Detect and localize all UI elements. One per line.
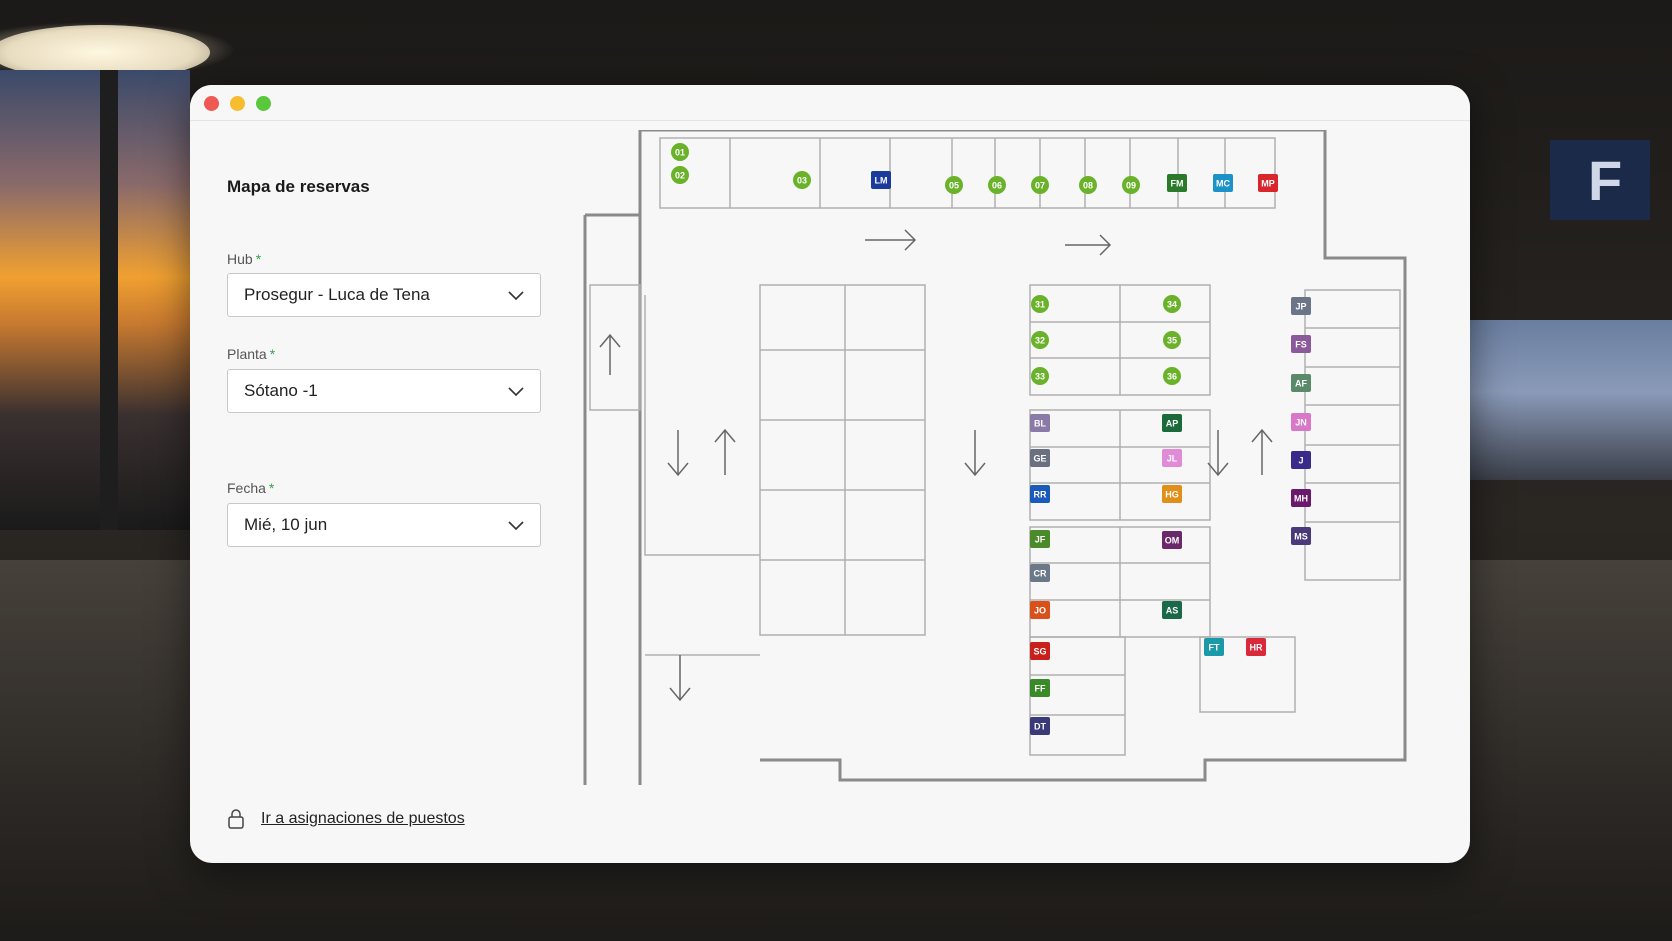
booked-desk-initials: OM xyxy=(1165,536,1180,546)
background-sign: F xyxy=(1550,140,1650,220)
planta-select[interactable]: Sótano -1 xyxy=(227,369,541,413)
available-desk-label: 07 xyxy=(1035,181,1045,191)
planta-label: Planta * xyxy=(227,346,276,362)
available-desk-label: 31 xyxy=(1035,300,1045,310)
lock-icon xyxy=(228,809,244,829)
minimize-window-button[interactable] xyxy=(230,96,245,111)
booked-desk-initials: JP xyxy=(1295,302,1306,312)
booked-desk-initials: AS xyxy=(1166,606,1179,616)
fecha-select[interactable]: Mié, 10 jun xyxy=(227,503,541,547)
sidebar: Mapa de reservas Hub * Prosegur - Luca de… xyxy=(190,121,560,863)
booked-desk-initials: FM xyxy=(1171,179,1184,189)
booked-desk-initials: AF xyxy=(1295,379,1307,389)
booked-desk-initials: MS xyxy=(1294,532,1308,542)
booked-desk-initials: AP xyxy=(1166,419,1179,429)
available-desk-label: 05 xyxy=(949,181,959,191)
booked-desk-initials: JN xyxy=(1295,418,1307,428)
booked-desk-initials: RR xyxy=(1034,490,1047,500)
floor-plan-walls xyxy=(583,128,1407,785)
available-desk-label: 02 xyxy=(675,171,685,181)
chevron-down-icon xyxy=(508,291,524,301)
booked-desk-initials: LM xyxy=(875,176,888,186)
desk-markers: 01 02 03 05 06 07 08 09 31 32 33 34 35 36 LM FM MC MP JP FS… xyxy=(671,143,1311,735)
available-desk-label: 33 xyxy=(1035,372,1045,382)
close-window-button[interactable] xyxy=(204,96,219,111)
booked-desk-initials: BL xyxy=(1034,419,1046,429)
background-window-city xyxy=(1470,320,1672,480)
floor-plan-map: 01 02 03 05 06 07 08 09 31 32 33 34 35 36 LM FM MC MP JP FS… xyxy=(570,128,1465,860)
available-desk-label: 06 xyxy=(992,181,1002,191)
fecha-select-value: Mié, 10 jun xyxy=(244,515,328,534)
available-desk-label: 01 xyxy=(675,148,685,158)
available-desk-label: 32 xyxy=(1035,336,1045,346)
booked-desk-initials: FS xyxy=(1295,340,1307,350)
booked-desk-initials: MP xyxy=(1261,179,1275,189)
booked-desk-initials: SG xyxy=(1033,647,1046,657)
planta-select-value: Sótano -1 xyxy=(244,381,318,400)
available-desk-label: 35 xyxy=(1167,336,1177,346)
available-desk-label: 03 xyxy=(797,176,807,186)
title-bar xyxy=(190,85,1470,121)
chevron-down-icon xyxy=(508,521,524,531)
booked-desk-initials: DT xyxy=(1034,722,1046,732)
maximize-window-button[interactable] xyxy=(256,96,271,111)
booked-desk-initials: FF xyxy=(1035,684,1046,694)
available-desk-label: 34 xyxy=(1167,300,1177,310)
background-window-sunset xyxy=(0,70,190,530)
booked-desk-initials: MC xyxy=(1216,179,1230,189)
hub-select[interactable]: Prosegur - Luca de Tena xyxy=(227,273,541,317)
available-desk-label: 09 xyxy=(1126,181,1136,191)
floor-plan-svg: 01 02 03 05 06 07 08 09 31 32 33 34 35 36 LM FM MC MP JP FS… xyxy=(583,128,1407,785)
booked-desk-initials: GE xyxy=(1033,454,1046,464)
booked-desk-initials: JF xyxy=(1035,535,1046,545)
booked-desk-initials: FT xyxy=(1209,643,1220,653)
booked-desk-initials: CR xyxy=(1034,569,1047,579)
booked-desk-initials: MH xyxy=(1294,494,1308,504)
page-title: Mapa de reservas xyxy=(227,177,370,196)
booked-desk-initials: JO xyxy=(1034,606,1046,616)
assignments-link[interactable]: Ir a asignaciones de puestos xyxy=(261,810,465,828)
available-desk-label: 08 xyxy=(1083,181,1093,191)
floor-plan-interior xyxy=(589,137,1401,756)
hub-select-value: Prosegur - Luca de Tena xyxy=(244,285,430,304)
chevron-down-icon xyxy=(508,387,524,397)
booked-desk-initials: JL xyxy=(1167,454,1178,464)
assignments-link-row: Ir a asignaciones de puestos xyxy=(227,809,465,829)
booked-desk-initials: J xyxy=(1298,456,1303,466)
available-desk-label: 36 xyxy=(1167,372,1177,382)
booked-desk-initials: HG xyxy=(1165,490,1179,500)
fecha-label: Fecha * xyxy=(227,480,275,496)
app-window: Mapa de reservas Hub * Prosegur - Luca de… xyxy=(190,85,1470,863)
booked-desk-initials: HR xyxy=(1250,643,1263,653)
hub-label: Hub * xyxy=(227,251,262,267)
